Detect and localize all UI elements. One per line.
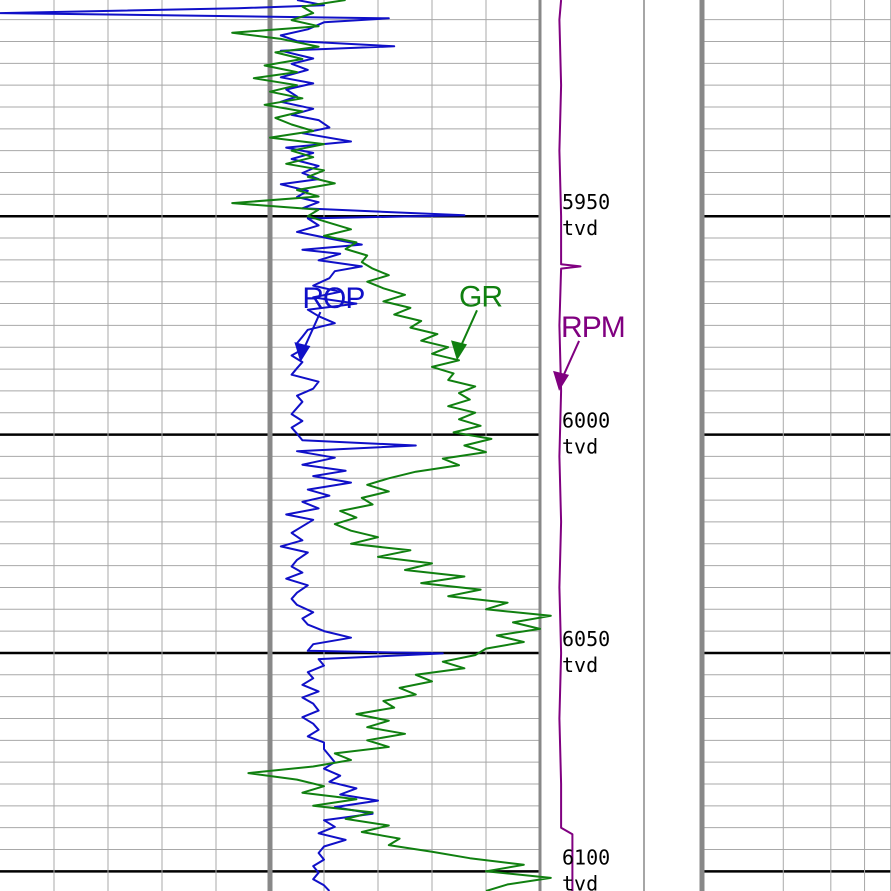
well-log-chart: 5950tvd6000tvd6050tvd6100tvd ROP GRRPM	[0, 0, 891, 891]
depth-value-label: 6050	[562, 627, 610, 651]
depth-unit-label: tvd	[562, 435, 598, 459]
rop-curve	[0, 0, 466, 891]
depth-value-label: 6100	[562, 845, 610, 869]
gr-curve	[231, 0, 552, 891]
grid	[0, 0, 891, 891]
gr-label-arrowhead	[451, 340, 467, 361]
depth-unit-label: tvd	[562, 216, 598, 240]
depth-value-label: 6000	[562, 409, 610, 433]
depth-labels: 5950tvd6000tvd6050tvd6100tvd	[562, 190, 610, 891]
rop-curve-label: ROP	[302, 282, 364, 315]
curve-labels: ROP GR RPM	[294, 280, 626, 391]
rpm-curve-label: RPM	[561, 311, 625, 344]
depth-unit-label: tvd	[562, 871, 598, 891]
series-layer	[0, 0, 582, 891]
depth-value-label: 5950	[562, 190, 610, 214]
depth-unit-label: tvd	[562, 653, 598, 677]
gr-curve-label: GR	[459, 280, 502, 313]
